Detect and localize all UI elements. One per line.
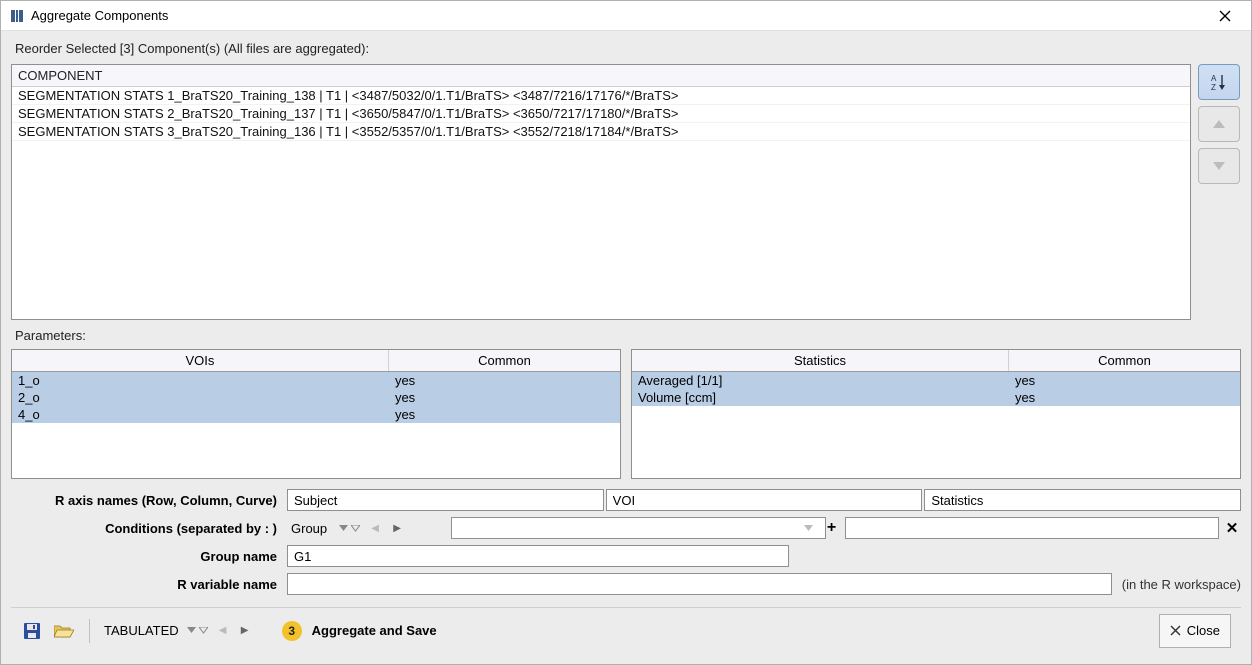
component-list[interactable]: COMPONENT SEGMENTATION STATS 1_BraTS20_T… — [11, 64, 1191, 320]
chevron-down-outline-icon — [351, 525, 360, 532]
parameter-tables: VOIs Common 1_oyes 2_oyes 4_oyes Statist… — [11, 349, 1241, 479]
close-icon — [1170, 625, 1181, 636]
open-icon[interactable] — [53, 620, 75, 642]
parameters-label: Parameters: — [11, 328, 1241, 343]
conditions-combo[interactable]: Group ◀ ▶ — [287, 521, 447, 536]
window-title: Aggregate Components — [31, 8, 1205, 23]
chevron-down-outline-icon — [199, 627, 208, 634]
group-name-input[interactable] — [287, 545, 789, 567]
table-row[interactable]: Volume [ccm]yes — [632, 389, 1240, 406]
conditions-input-caret[interactable] — [804, 525, 813, 532]
prev-format-button[interactable]: ◀ — [216, 624, 230, 638]
component-rows: SEGMENTATION STATS 1_BraTS20_Training_13… — [12, 87, 1190, 319]
group-name-row: Group name — [11, 545, 1241, 567]
titlebar: Aggregate Components — [1, 1, 1251, 31]
r-variable-label: R variable name — [11, 577, 283, 592]
aggregate-and-save-button[interactable]: Aggregate and Save — [312, 623, 437, 638]
axis-curve-input[interactable] — [924, 489, 1241, 511]
chevron-down-icon — [187, 627, 196, 634]
move-up-button[interactable] — [1198, 106, 1240, 142]
reorder-buttons: A Z — [1197, 64, 1241, 320]
svg-text:A: A — [1211, 74, 1217, 83]
conditions-extra-input[interactable] — [845, 517, 1220, 539]
vois-header-name: VOIs — [12, 350, 389, 371]
conditions-row: Conditions (separated by : ) Group ◀ ▶ + — [11, 517, 1241, 539]
component-area: COMPONENT SEGMENTATION STATS 1_BraTS20_T… — [11, 64, 1241, 320]
conditions-label: Conditions (separated by : ) — [11, 521, 283, 536]
component-row[interactable]: SEGMENTATION STATS 2_BraTS20_Training_13… — [12, 105, 1190, 123]
conditions-input[interactable] — [451, 517, 826, 539]
prev-condition-button[interactable]: ◀ — [368, 521, 382, 535]
component-row[interactable]: SEGMENTATION STATS 3_BraTS20_Training_13… — [12, 123, 1190, 141]
sort-button[interactable]: A Z — [1198, 64, 1240, 100]
add-condition-button[interactable]: + — [823, 519, 841, 537]
table-row[interactable]: 1_oyes — [12, 372, 620, 389]
component-column-header: COMPONENT — [12, 65, 1190, 87]
vois-table[interactable]: VOIs Common 1_oyes 2_oyes 4_oyes — [11, 349, 621, 479]
output-format-combo[interactable]: TABULATED ◀ ▶ — [104, 623, 252, 638]
table-row[interactable]: 4_oyes — [12, 406, 620, 423]
statistics-header: Statistics Common — [632, 350, 1240, 372]
component-row[interactable]: SEGMENTATION STATS 1_BraTS20_Training_13… — [12, 87, 1190, 105]
close-button-label: Close — [1187, 623, 1220, 638]
vois-header-common: Common — [389, 350, 620, 371]
stats-header-name: Statistics — [632, 350, 1009, 371]
statistics-table[interactable]: Statistics Common Averaged [1/1]yes Volu… — [631, 349, 1241, 479]
next-format-button[interactable]: ▶ — [238, 624, 252, 638]
content-area: Reorder Selected [3] Component(s) (All f… — [1, 31, 1251, 664]
chevron-down-icon — [339, 525, 348, 532]
r-variable-row: R variable name (in the R workspace) — [11, 573, 1241, 595]
clear-condition-button[interactable]: ✕ — [1223, 519, 1241, 537]
component-count-badge: 3 — [282, 621, 302, 641]
form-area: R axis names (Row, Column, Curve) Condit… — [11, 489, 1241, 595]
axis-label: R axis names (Row, Column, Curve) — [11, 493, 283, 508]
vois-header: VOIs Common — [12, 350, 620, 372]
app-icon — [9, 8, 25, 24]
aggregate-components-window: Aggregate Components Reorder Selected [3… — [0, 0, 1252, 665]
separator — [89, 619, 90, 643]
r-variable-input[interactable] — [287, 573, 1112, 595]
axis-row-input[interactable] — [287, 489, 604, 511]
group-name-label: Group name — [11, 549, 283, 564]
footer: TABULATED ◀ ▶ 3 Aggregate and Save Close — [11, 607, 1241, 653]
axis-col-input[interactable] — [606, 489, 923, 511]
close-button[interactable]: Close — [1159, 614, 1231, 648]
stats-header-common: Common — [1009, 350, 1240, 371]
save-icon[interactable] — [21, 620, 43, 642]
r-variable-hint: (in the R workspace) — [1116, 577, 1241, 592]
output-format-label: TABULATED — [104, 623, 179, 638]
table-row[interactable]: Averaged [1/1]yes — [632, 372, 1240, 389]
svg-text:Z: Z — [1211, 83, 1216, 92]
next-condition-button[interactable]: ▶ — [390, 521, 404, 535]
table-row[interactable]: 2_oyes — [12, 389, 620, 406]
r-axis-row: R axis names (Row, Column, Curve) — [11, 489, 1241, 511]
move-down-button[interactable] — [1198, 148, 1240, 184]
close-window-button[interactable] — [1205, 2, 1245, 30]
reorder-label: Reorder Selected [3] Component(s) (All f… — [11, 41, 1241, 56]
